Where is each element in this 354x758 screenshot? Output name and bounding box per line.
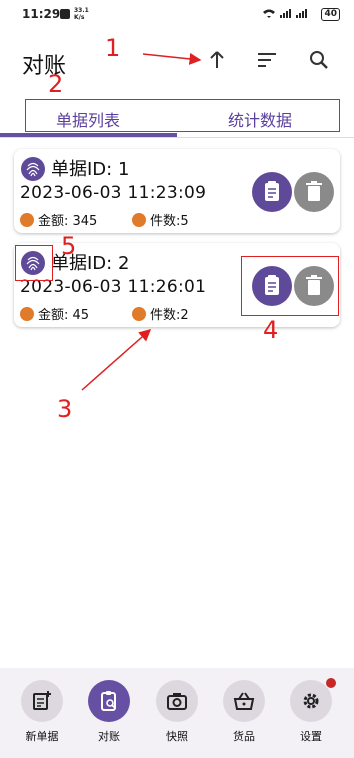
nav-goods[interactable]: 货品 (222, 680, 266, 744)
annotation-box-tabs (25, 99, 340, 132)
annotation-4: 4 (263, 316, 279, 344)
camera-icon (167, 693, 187, 710)
nav-label: 新单据 (25, 730, 59, 743)
nav-snapshot[interactable]: 快照 (155, 680, 199, 744)
reconcile-icon (101, 691, 116, 711)
nav-reconcile[interactable]: 对账 (87, 680, 131, 744)
nav-settings[interactable]: 设置 (289, 678, 336, 744)
annotation-3: 3 (57, 395, 73, 423)
basket-icon (233, 692, 255, 710)
bottom-navigation: 新单据 对账 快照 货品 设置 (0, 668, 354, 758)
annotation-2: 2 (48, 70, 64, 98)
nav-label: 快照 (166, 730, 188, 743)
nav-new-document[interactable]: 新单据 (20, 680, 64, 744)
nav-label: 货品 (233, 730, 255, 743)
annotation-box-fingerprint (15, 245, 53, 281)
notification-badge (326, 678, 336, 688)
nav-label: 对账 (98, 730, 120, 743)
annotation-box-actions (241, 256, 339, 316)
gear-icon (303, 693, 319, 709)
annotation-5: 5 (61, 232, 77, 260)
nav-label: 设置 (300, 730, 322, 743)
annotation-1: 1 (105, 34, 121, 62)
new-doc-icon (33, 691, 51, 710)
